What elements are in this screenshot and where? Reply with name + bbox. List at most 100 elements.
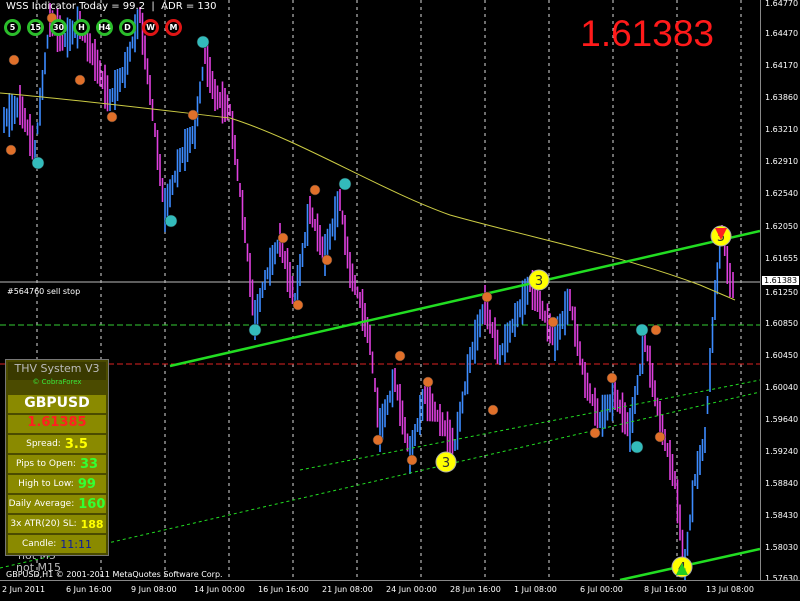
- fractal-dot-orange: [654, 431, 666, 443]
- wss-indicator-text: WSS Indicator Today = 99.2: [6, 1, 146, 12]
- thv-subtitle: © CobraForex: [32, 378, 82, 386]
- thv-panel[interactable]: THV System V3 © CobraForex GBPUSD 1.6138…: [5, 359, 109, 556]
- fractal-dot-orange: [8, 54, 20, 66]
- thv-symbol: GBPUSD: [8, 395, 106, 413]
- thv-spread-label: Spread:: [26, 439, 61, 449]
- fractal-dot-orange: [547, 316, 559, 328]
- fractal-dot-cyan: [635, 323, 649, 337]
- current-price-display: 1.61383: [580, 13, 714, 54]
- fractal-dot-orange: [422, 376, 434, 388]
- channel-line-mid: [299, 379, 761, 471]
- thv-hl-label: High to Low:: [18, 479, 74, 489]
- moving-average-line: [0, 92, 736, 301]
- adr-text: ADR = 130: [161, 1, 217, 12]
- indicator-header: WSS Indicator Today = 99.2 | ADR = 130: [6, 1, 217, 12]
- x-tick-label: 8 Jul 16:00: [644, 585, 687, 594]
- fractal-dot-orange: [487, 404, 499, 416]
- thv-atr-label: 3x ATR(20) SL:: [10, 519, 77, 529]
- x-tick-label: 24 Jun 00:00: [386, 585, 437, 594]
- x-tick-label: 28 Jun 16:00: [450, 585, 501, 594]
- fractal-dot-cyan: [338, 177, 352, 191]
- y-tick-label: 1.61655: [765, 254, 799, 263]
- y-tick-label: 1.58030: [765, 543, 799, 552]
- thv-candle-row: Candle: 11:11: [8, 535, 106, 553]
- x-tick-label: 6 Jul 00:00: [580, 585, 623, 594]
- fractal-dot-orange: [481, 291, 493, 303]
- upper-trendline: [169, 229, 761, 368]
- fractal-dot-cyan: [630, 440, 644, 454]
- fractal-dot-orange: [589, 427, 601, 439]
- current-price-tag: 1.61383: [762, 276, 800, 285]
- y-tick-label: 1.64470: [765, 29, 799, 38]
- fractal-dot-orange: [321, 254, 333, 266]
- chart-canvas: 3345: [0, 0, 761, 582]
- fractal-dot-cyan: [31, 156, 45, 170]
- fractal-dot-orange: [277, 232, 289, 244]
- x-tick-label: 9 Jun 08:00: [131, 585, 177, 594]
- fractal-dot-orange: [187, 109, 199, 121]
- x-tick-label: 13 Jul 08:00: [706, 585, 754, 594]
- thv-pips-row: Pips to Open: 33: [8, 455, 106, 473]
- fractal-dot-orange: [309, 184, 321, 196]
- thv-pips-label: Pips to Open:: [15, 459, 76, 469]
- y-tick-label: 1.64770: [765, 0, 799, 8]
- y-tick-label: 1.60040: [765, 383, 799, 392]
- y-tick-label: 1.62050: [765, 222, 799, 231]
- x-tick-label: 6 Jun 16:00: [66, 585, 112, 594]
- y-tick-label: 1.63860: [765, 93, 799, 102]
- x-tick-label: 2 Jun 2011: [2, 585, 46, 594]
- y-tick-label: 1.60450: [765, 351, 799, 360]
- time-axis[interactable]: 2 Jun 2011 6 Jun 16:00 9 Jun 08:00 14 Ju…: [0, 580, 800, 601]
- tf-badge-d1[interactable]: D: [119, 19, 136, 36]
- fractal-dot-orange: [5, 144, 17, 156]
- y-tick-label: 1.59240: [765, 447, 799, 456]
- thv-hl-row: High to Low: 99: [8, 475, 106, 493]
- thv-avg-row: Daily Average: 160: [8, 495, 106, 513]
- thv-spread-value: 3.5: [64, 436, 88, 452]
- thv-pips-value: 33: [79, 456, 99, 472]
- fractal-dot-orange: [106, 111, 118, 123]
- tf-badge-mn[interactable]: M: [165, 19, 182, 36]
- y-tick-label: 1.58840: [765, 479, 799, 488]
- price-axis[interactable]: 1.64770 1.64470 1.64170 1.63860 1.63210 …: [760, 0, 800, 583]
- elliott-wave-label: 3: [535, 274, 543, 289]
- fractal-dot-orange: [406, 454, 418, 466]
- fractal-dot-orange: [372, 434, 384, 446]
- y-tick-label: 1.62910: [765, 157, 799, 166]
- fractal-dot-orange: [292, 299, 304, 311]
- fractal-dot-orange: [650, 324, 662, 336]
- fractal-dot-cyan: [164, 214, 178, 228]
- y-tick-label: 1.61250: [765, 288, 799, 297]
- x-tick-label: 16 Jun 16:00: [258, 585, 309, 594]
- y-tick-label: 1.60850: [765, 319, 799, 328]
- x-tick-label: 21 Jun 08:00: [322, 585, 373, 594]
- timeframe-badges: 5 15 30 H H4 D W M: [4, 19, 182, 36]
- tf-badge-m5[interactable]: 5: [4, 19, 21, 36]
- thv-avg-value: 160: [78, 496, 106, 512]
- thv-spread-row: Spread: 3.5: [8, 435, 106, 453]
- sell-stop-label[interactable]: #564760 sell stop: [7, 287, 80, 296]
- tf-badge-m30[interactable]: 30: [50, 19, 67, 36]
- x-tick-label: 14 Jun 00:00: [194, 585, 245, 594]
- tf-badge-h4[interactable]: H4: [96, 19, 113, 36]
- thv-atr-value: 188: [80, 517, 104, 531]
- fractal-dot-orange: [74, 74, 86, 86]
- thv-candle-value: 11:11: [60, 537, 92, 551]
- copyright-text: GBPUSD,H1 © 2001-2011 MetaQuotes Softwar…: [6, 570, 223, 579]
- y-tick-label: 1.62540: [765, 189, 799, 198]
- thv-candle-label: Candle:: [22, 539, 57, 549]
- thv-atr-row: 3x ATR(20) SL: 188: [8, 515, 106, 533]
- thv-hl-value: 99: [77, 476, 96, 492]
- thv-avg-label: Daily Average:: [8, 499, 75, 509]
- fractal-dot-cyan: [196, 35, 210, 49]
- y-tick-label: 1.59640: [765, 415, 799, 424]
- tf-badge-m15[interactable]: 15: [27, 19, 44, 36]
- tf-badge-w1[interactable]: W: [142, 19, 159, 36]
- tf-badge-h1[interactable]: H: [73, 19, 90, 36]
- y-tick-label: 1.58430: [765, 511, 799, 520]
- y-tick-label: 1.64170: [765, 61, 799, 70]
- thv-price: 1.61385: [8, 415, 106, 433]
- fractal-dot-orange: [394, 350, 406, 362]
- price-chart[interactable]: 3345 WSS Indicator Today = 99.2 | ADR = …: [0, 0, 761, 582]
- x-tick-label: 1 Jul 08:00: [514, 585, 557, 594]
